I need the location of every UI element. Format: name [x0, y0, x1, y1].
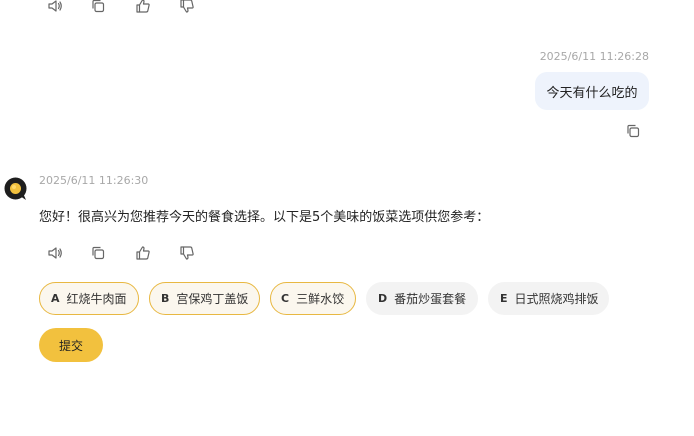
option-e[interactable]: E 日式照烧鸡排饭	[488, 282, 609, 315]
submit-button[interactable]: 提交	[39, 328, 103, 362]
assistant-avatar	[3, 176, 29, 202]
user-message-timestamp: 2025/6/11 11:26:28	[539, 50, 649, 63]
thumbs-down-icon[interactable]	[177, 0, 197, 16]
option-label: 番茄炒蛋套餐	[394, 292, 467, 306]
copy-icon[interactable]	[88, 243, 108, 263]
speaker-icon[interactable]	[45, 243, 65, 263]
thumbs-down-icon[interactable]	[177, 243, 197, 263]
option-a[interactable]: A 红烧牛肉面	[39, 282, 139, 315]
copy-icon[interactable]	[623, 121, 643, 141]
user-message-bubble: 今天有什么吃的	[535, 72, 649, 110]
assistant-message-text: 您好！很高兴为您推荐今天的餐食选择。以下是5个美味的饭菜选项供您参考：	[39, 210, 490, 225]
copy-icon[interactable]	[88, 0, 108, 16]
option-letter: D	[378, 292, 388, 305]
option-b[interactable]: B 宫保鸡丁盖饭	[149, 282, 260, 315]
option-c[interactable]: C 三鲜水饺	[270, 282, 356, 315]
option-letter: B	[161, 292, 170, 305]
thumbs-up-icon[interactable]	[133, 0, 153, 16]
assistant-message-timestamp: 2025/6/11 11:26:30	[39, 174, 149, 187]
option-label: 宫保鸡丁盖饭	[176, 292, 249, 306]
option-letter: A	[51, 292, 60, 305]
thumbs-up-icon[interactable]	[133, 243, 153, 263]
option-letter: E	[500, 292, 508, 305]
speaker-icon[interactable]	[45, 0, 65, 16]
option-label: 三鲜水饺	[296, 292, 345, 306]
option-letter: C	[281, 292, 290, 305]
option-d[interactable]: D 番茄炒蛋套餐	[366, 282, 478, 315]
option-label: 红烧牛肉面	[66, 292, 127, 306]
option-label: 日式照烧鸡排饭	[514, 292, 599, 306]
